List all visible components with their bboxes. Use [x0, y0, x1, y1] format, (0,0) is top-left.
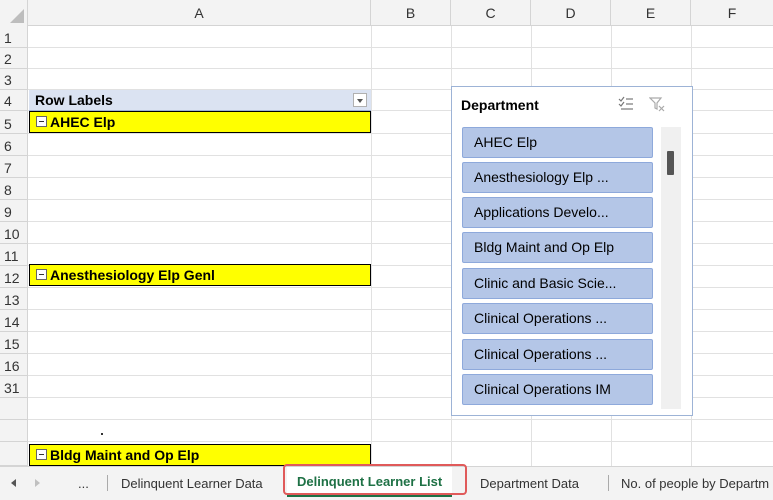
- slicer-item[interactable]: Clinical Operations IM: [462, 374, 653, 405]
- active-tab-highlight: [283, 464, 467, 495]
- slicer-scroll-thumb[interactable]: [667, 151, 674, 175]
- slicer-item[interactable]: Bldg Maint and Op Elp: [462, 232, 653, 263]
- grid-line: [28, 419, 773, 420]
- column-header-f[interactable]: F: [691, 0, 773, 26]
- tab-separator: [107, 475, 108, 491]
- column-header-bar: A B C D E F: [0, 0, 773, 26]
- column-header-a[interactable]: A: [28, 0, 371, 26]
- column-header-e[interactable]: E: [611, 0, 691, 26]
- slicer-item[interactable]: Applications Develo...: [462, 197, 653, 228]
- row-header[interactable]: 2: [0, 48, 28, 69]
- row-header[interactable]: 6: [0, 134, 28, 156]
- row-header[interactable]: 16: [0, 354, 28, 376]
- slicer-item[interactable]: AHEC Elp: [462, 127, 653, 158]
- row-header[interactable]: 10: [0, 222, 28, 244]
- clear-filter-icon[interactable]: [649, 96, 665, 112]
- row-header[interactable]: 12: [0, 266, 28, 288]
- row-header[interactable]: [0, 420, 28, 442]
- tab-scroll-right-icon[interactable]: [35, 479, 40, 487]
- more-tabs-button[interactable]: ...: [72, 467, 95, 500]
- tab-no-of-people-by-department[interactable]: No. of people by Departm: [611, 467, 773, 500]
- department-slicer[interactable]: Department AHEC Elp Anesthesiology Elp .…: [451, 86, 693, 416]
- row-header[interactable]: 5: [0, 111, 28, 134]
- grid-line: [28, 47, 773, 48]
- pivot-group-row[interactable]: Bldg Maint and Op Elp: [29, 444, 371, 466]
- grid-line: [28, 68, 773, 69]
- pivot-group-label: AHEC Elp: [50, 114, 116, 130]
- slicer-item[interactable]: Clinical Operations ...: [462, 339, 653, 370]
- row-header[interactable]: 1: [0, 26, 28, 48]
- multi-select-icon[interactable]: [618, 96, 634, 112]
- slicer-item[interactable]: Clinical Operations ...: [462, 303, 653, 334]
- column-header-c[interactable]: C: [451, 0, 531, 26]
- row-header[interactable]: 9: [0, 200, 28, 222]
- row-header[interactable]: 15: [0, 332, 28, 354]
- column-header-b[interactable]: B: [371, 0, 451, 26]
- tab-separator: [608, 475, 609, 491]
- row-header[interactable]: 7: [0, 156, 28, 178]
- slicer-item[interactable]: Anesthesiology Elp ...: [462, 162, 653, 193]
- row-header[interactable]: [0, 442, 28, 466]
- row-labels-header: Row Labels: [35, 92, 113, 108]
- select-all-button[interactable]: [0, 0, 28, 26]
- collapse-icon[interactable]: [36, 449, 47, 460]
- row-header[interactable]: 3: [0, 69, 28, 90]
- pivot-group-row[interactable]: Anesthesiology Elp Genl: [29, 264, 371, 286]
- grid-line: [28, 441, 773, 442]
- row-header[interactable]: 8: [0, 178, 28, 200]
- tab-department-data[interactable]: Department Data: [470, 467, 589, 500]
- pivot-group-row[interactable]: AHEC Elp: [29, 111, 371, 133]
- row-header[interactable]: 31: [0, 376, 28, 398]
- cell-mark: [101, 433, 103, 435]
- row-header[interactable]: [0, 398, 28, 420]
- slicer-scrollbar[interactable]: [661, 127, 681, 409]
- collapse-icon[interactable]: [36, 116, 47, 127]
- row-header[interactable]: 14: [0, 310, 28, 332]
- grid-line: [371, 26, 372, 466]
- row-labels-filter-button[interactable]: [353, 93, 367, 107]
- pivot-header: Row Labels: [29, 90, 371, 111]
- row-header[interactable]: 4: [0, 90, 28, 111]
- tab-scroll-left-icon[interactable]: [11, 479, 16, 487]
- column-header-d[interactable]: D: [531, 0, 611, 26]
- tab-delinquent-learner-data[interactable]: Delinquent Learner Data: [111, 467, 273, 500]
- dropdown-arrow-icon: [357, 99, 363, 103]
- slicer-item[interactable]: Clinic and Basic Scie...: [462, 268, 653, 299]
- slicer-title: Department: [461, 97, 539, 113]
- collapse-icon[interactable]: [36, 269, 47, 280]
- row-header[interactable]: 11: [0, 244, 28, 266]
- row-header[interactable]: 13: [0, 288, 28, 310]
- pivot-group-label: Bldg Maint and Op Elp: [50, 447, 200, 463]
- pivot-group-label: Anesthesiology Elp Genl: [50, 267, 215, 283]
